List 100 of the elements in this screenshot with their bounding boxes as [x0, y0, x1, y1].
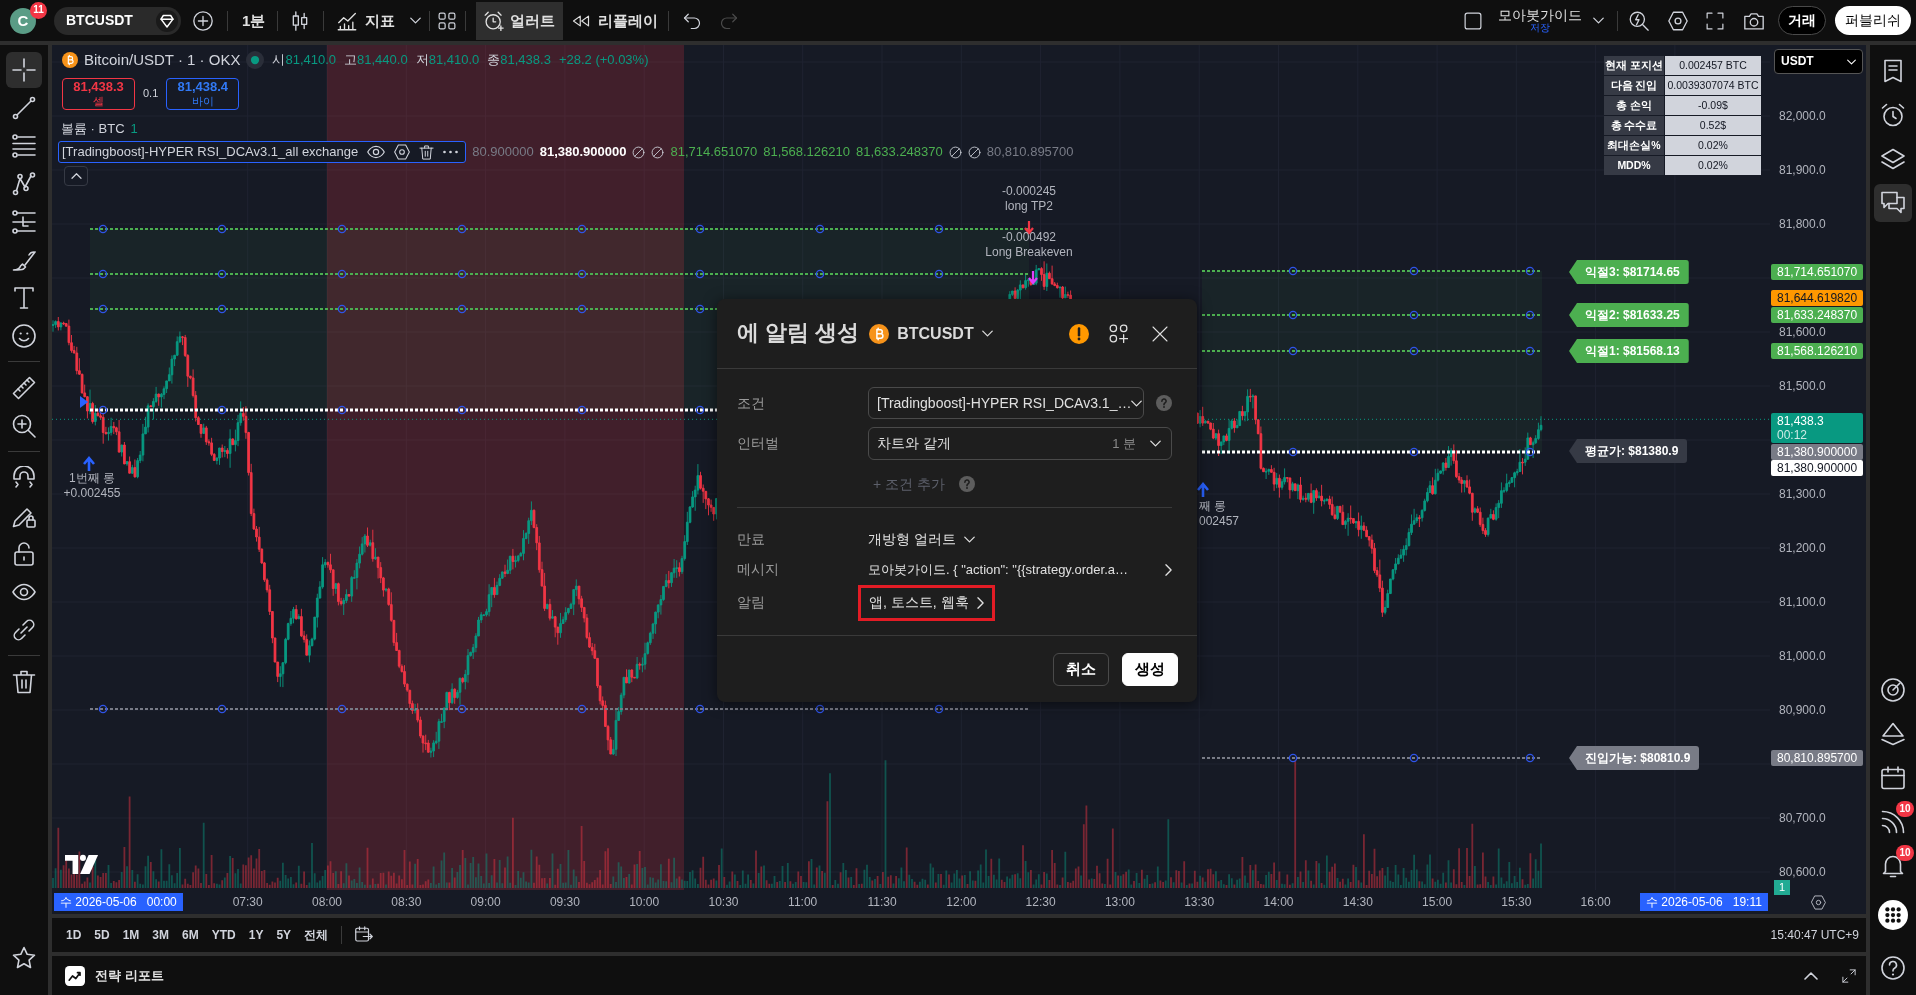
price-label: 81,380.900000: [1771, 444, 1863, 460]
time-tick: 08:00: [312, 894, 342, 910]
price-label: 81,644.619820: [1771, 290, 1863, 306]
feed-icon: [1881, 810, 1905, 834]
time-tick: 09:00: [470, 894, 501, 910]
fullscreen-icon[interactable]: [1706, 11, 1724, 30]
toolbar-button[interactable]: 10: [1874, 847, 1912, 885]
time-tick: 12:00: [946, 894, 977, 910]
price-label: 80,810.895700: [1771, 750, 1863, 766]
time-tick: 13:00: [1104, 894, 1135, 910]
range-button[interactable]: 1D: [66, 927, 82, 943]
expand-icon[interactable]: [1842, 968, 1856, 983]
brush-icon: [12, 248, 36, 272]
symbol-search-button[interactable]: BTCUSDT: [54, 6, 181, 35]
caret-icon: [1847, 58, 1856, 65]
volume-badge: 1: [1774, 880, 1790, 895]
caret-icon[interactable]: [1593, 17, 1604, 24]
clock-text: 15:40:47 UTC+9: [1770, 927, 1859, 943]
magnet-icon: [12, 466, 36, 490]
range-button[interactable]: YTD: [211, 927, 236, 943]
price-label: 81,714.651070: [1771, 264, 1863, 280]
price-tick: 80,900.0: [1779, 702, 1826, 718]
range-button[interactable]: 6M: [182, 927, 199, 943]
notification-badge: 11: [30, 1, 47, 19]
toolbar-button[interactable]: 10: [1874, 803, 1912, 841]
zigzag-pattern-icon: [12, 172, 36, 196]
layers-icon: [1881, 147, 1905, 171]
range-button[interactable]: 전체: [304, 927, 329, 943]
layout-name[interactable]: 모아봇가이드: [1498, 7, 1582, 23]
time-tick: 14:30: [1342, 894, 1373, 910]
cursor-date-label: 수 2026-05-06 19:11: [1640, 893, 1768, 911]
help-icon: [1881, 956, 1905, 980]
range-button[interactable]: 5Y: [276, 927, 292, 943]
undo-icon[interactable]: [683, 11, 702, 30]
settings-icon[interactable]: [1810, 894, 1826, 910]
chat-icon: [1881, 191, 1905, 215]
time-tick: 14:00: [1263, 894, 1294, 910]
lock-icon: [12, 542, 36, 566]
trash-icon: [12, 670, 36, 694]
chevron-up-icon[interactable]: [1804, 971, 1818, 980]
time-tick: 07:30: [232, 894, 263, 910]
link-icon: [12, 618, 36, 642]
price-tick: 80,700.0: [1779, 810, 1826, 826]
time-tick: 08:30: [391, 894, 422, 910]
plus-icon[interactable]: [193, 10, 213, 31]
price-tick: 81,100.0: [1779, 594, 1826, 610]
countdown-text: 00:12: [1777, 428, 1808, 442]
search-icon[interactable]: [1629, 10, 1649, 31]
measure-lines-icon: [12, 210, 36, 234]
range-button[interactable]: 5D: [94, 927, 110, 943]
line-chart-icon: [337, 10, 358, 31]
text-tool-icon: [12, 286, 36, 310]
grid-icon[interactable]: [438, 11, 457, 30]
parallel-lines-icon: [12, 134, 36, 158]
square-icon[interactable]: [1464, 11, 1482, 30]
replay-button[interactable]: 리플레이: [572, 1, 659, 40]
settings-icon[interactable]: [1668, 10, 1688, 31]
alert-button[interactable]: 얼러트: [476, 1, 564, 40]
time-tick: 15:00: [1422, 894, 1453, 910]
price-tick: 81,200.0: [1779, 540, 1826, 556]
time-tick: 11:30: [867, 894, 897, 910]
price-tick: 81,500.0: [1779, 378, 1826, 394]
camera-icon[interactable]: [1744, 10, 1764, 31]
price-tick: 81,800.0: [1779, 216, 1826, 232]
save-status: 저장: [1530, 22, 1550, 34]
time-tick: 10:00: [629, 894, 660, 910]
date-label: 수 2026-05-06 00:00: [54, 893, 183, 911]
price-tick: 81,600.0: [1779, 324, 1826, 340]
time-tick: 11:00: [788, 894, 818, 910]
range-button[interactable]: 1Y: [248, 927, 264, 943]
trade-button[interactable]: 거래: [1778, 6, 1826, 35]
tool-button[interactable]: [6, 52, 42, 88]
currency-select[interactable]: USDT: [1774, 49, 1863, 74]
bell-icon: [1881, 854, 1905, 878]
notification-badge: 10: [1896, 801, 1914, 817]
range-button[interactable]: 1M: [122, 927, 140, 943]
zoom-in-icon: [12, 414, 36, 438]
publish-button[interactable]: 퍼블리쉬: [1835, 6, 1911, 35]
caret-icon[interactable]: [410, 17, 422, 24]
time-tick: 10:30: [708, 894, 739, 910]
price-tick: 80,600.0: [1779, 864, 1826, 880]
strategy-report-icon: [65, 965, 85, 986]
crosshair-icon: [12, 58, 36, 82]
calendar-icon: [1881, 766, 1905, 790]
range-button[interactable]: 3M: [152, 927, 170, 943]
time-tick: 09:30: [549, 894, 580, 910]
price-label: 81,568.126210: [1771, 343, 1863, 359]
bookmark-list-icon: [1881, 59, 1905, 83]
time-tick: 12:30: [1025, 894, 1056, 910]
indicators-button[interactable]: 지표: [337, 1, 396, 40]
triangle-stack-icon: [1881, 722, 1905, 746]
rewind-icon: [572, 14, 591, 27]
time-tick: 13:30: [1184, 894, 1215, 910]
calendar-icon[interactable]: [355, 926, 374, 944]
panel-title[interactable]: 전략 리포트: [95, 967, 164, 984]
interval-button[interactable]: 1분: [242, 1, 266, 40]
price-tick: 81,900.0: [1779, 162, 1826, 178]
price-label: 81,380.900000: [1771, 460, 1863, 476]
ruler-icon: [12, 376, 36, 400]
toolbar-button[interactable]: [1874, 184, 1912, 222]
